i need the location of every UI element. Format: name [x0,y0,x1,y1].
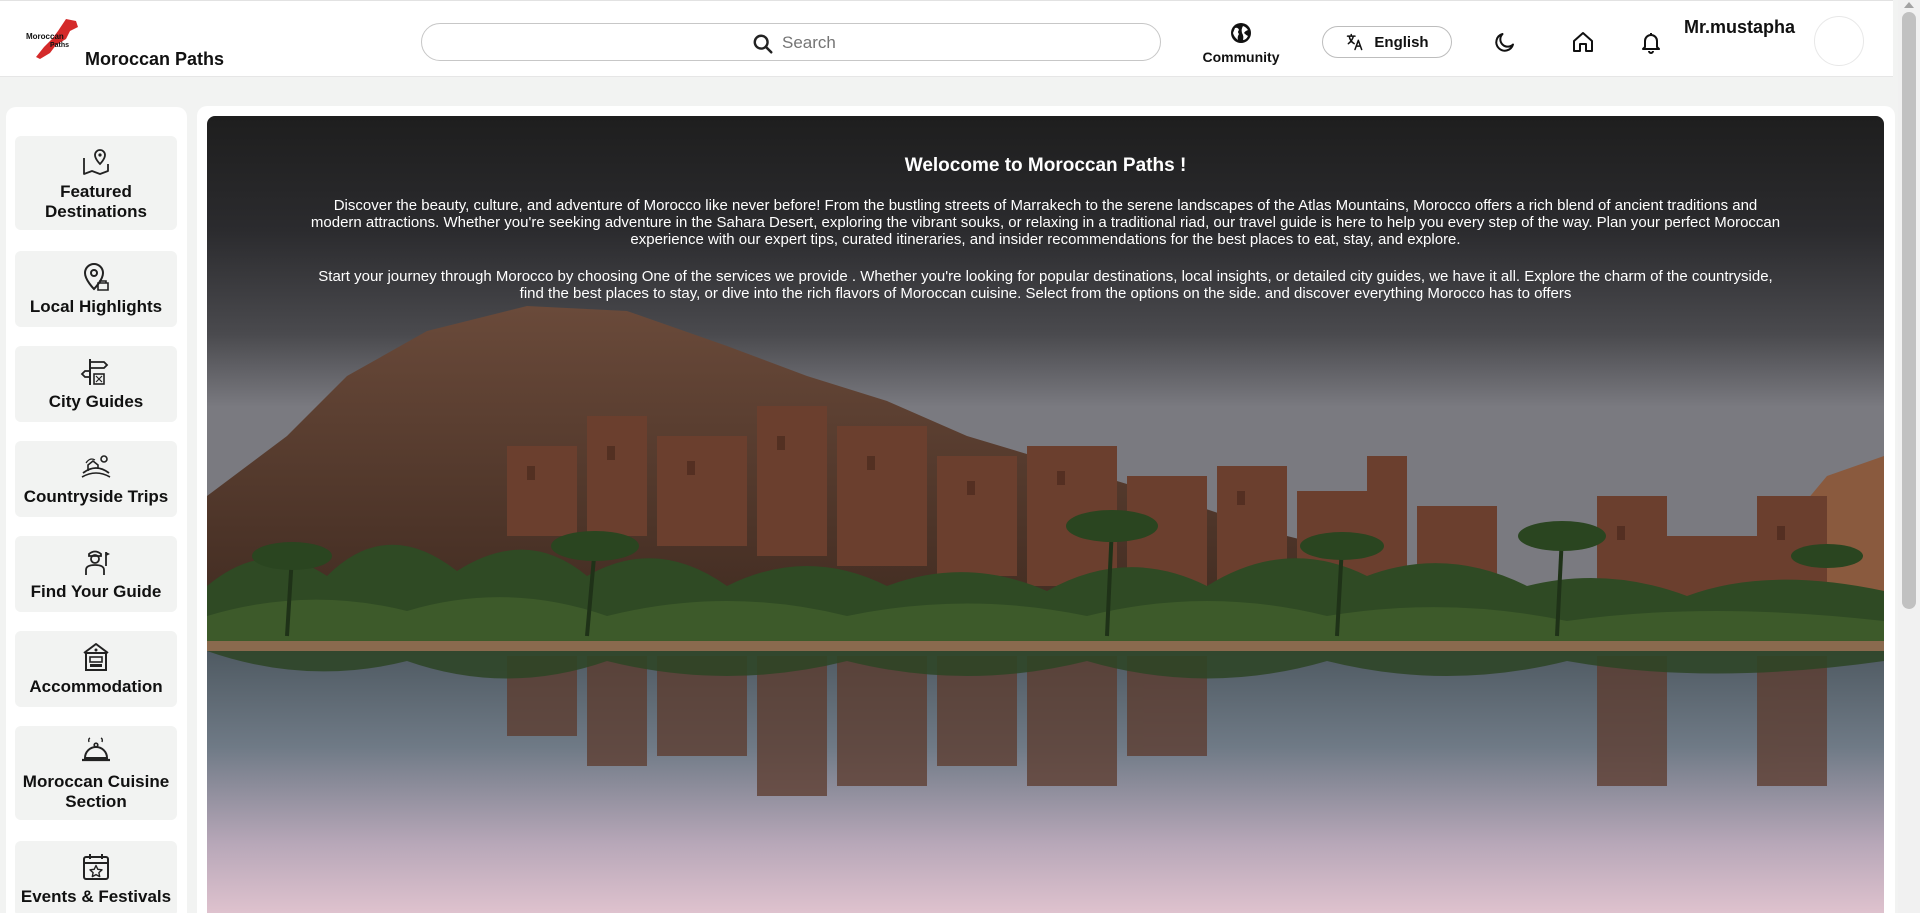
search-input[interactable] [782,32,862,54]
calendar-star-icon [83,854,109,880]
welcome-title: Welocome to Moroccan Paths ! [904,155,1187,176]
sidebar-item-label: Accommodation [29,677,163,696]
globe-icon [1231,23,1251,43]
language-label: English [1374,33,1429,51]
tour-guide-icon [85,550,110,575]
language-selector[interactable]: English [1322,26,1452,58]
sidebar-item-label: Events & Festivals [20,887,172,906]
sidebar-item-events-festivals[interactable]: Events & Festivals [15,841,177,913]
brand-name[interactable]: Moroccan Paths [85,49,224,70]
search-bar[interactable] [421,23,1161,61]
translate-icon [1347,33,1363,51]
sidebar-item-find-your-guide[interactable]: Find Your Guide [15,536,177,612]
sidebar-item-label: Find Your Guide [30,582,162,601]
avatar[interactable] [1814,16,1864,66]
services-sidebar: Featured Destinations Local Highlights C… [6,107,187,913]
sidebar-item-label: Featured Destinations [44,182,148,221]
community-label: Community [1202,49,1280,65]
moon-icon[interactable] [1493,30,1517,54]
hotel-icon [83,643,109,671]
top-header: Moroccan Paths Moroccan Paths Community … [0,0,1893,77]
countryside-icon [81,455,111,478]
svg-text:Paths: Paths [50,42,69,49]
welcome-paragraph-services: Start your journey through Morocco by ch… [318,268,1773,302]
home-icon[interactable] [1571,30,1595,54]
user-name[interactable]: Mr.mustapha [1684,17,1795,38]
svg-text:Moroccan: Moroccan [26,32,64,41]
sidebar-item-featured-destinations[interactable]: Featured Destinations [15,136,177,230]
cloche-icon [82,737,110,762]
search-icon [753,34,773,54]
location-search-icon [83,262,109,291]
welcome-paragraph-intro: Discover the beauty, culture, and advent… [310,197,1781,248]
sidebar-item-city-guides[interactable]: City Guides [15,346,177,422]
morocco-map-logo-icon[interactable]: Moroccan Paths [26,17,82,61]
signpost-icon [80,359,109,385]
sidebar-item-accommodation[interactable]: Accommodation [15,631,177,707]
hero-banner: Welocome to Moroccan Paths ! Discover th… [207,116,1884,913]
sidebar-item-countryside-trips[interactable]: Countryside Trips [15,441,177,517]
bell-icon[interactable] [1639,30,1663,54]
community-link[interactable]: Community [1196,21,1286,65]
map-pin-icon [83,149,109,175]
scroll-up-arrow-icon[interactable] [1904,2,1914,8]
page-scrollbar[interactable] [1898,0,1920,913]
sidebar-item-label: Moroccan Cuisine Section [22,772,170,811]
sidebar-item-moroccan-cuisine[interactable]: Moroccan Cuisine Section [15,726,177,820]
sidebar-item-label: City Guides [48,392,144,411]
scrollbar-thumb[interactable] [1902,12,1916,609]
sidebar-item-local-highlights[interactable]: Local Highlights [15,251,177,327]
sidebar-item-label: Local Highlights [29,297,163,316]
sidebar-item-label: Countryside Trips [23,487,169,506]
